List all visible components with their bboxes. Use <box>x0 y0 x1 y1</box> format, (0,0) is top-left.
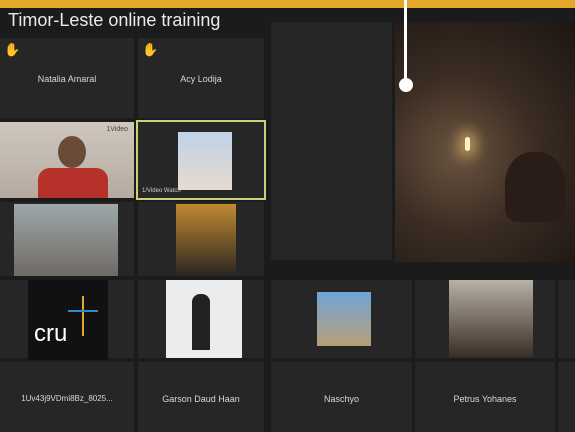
video-tile-outdoor[interactable] <box>271 280 412 358</box>
participant-name: Acy Lodija <box>180 74 222 84</box>
video-tile-cru[interactable]: cru <box>0 280 134 360</box>
pinned-video[interactable] <box>395 22 575 262</box>
cru-logo-text: cru <box>34 320 68 347</box>
participant-tile-acy[interactable]: ✋ Acy Lodija <box>138 38 264 118</box>
top-accent-bar <box>0 0 575 8</box>
participant-tile-garson[interactable]: Garson Daud Haan <box>138 362 264 432</box>
participant-tile-partial[interactable] <box>558 362 575 432</box>
participant-tile-unknown[interactable]: 1Uv43j9VDmi8Bz_8025... <box>0 362 134 432</box>
participant-name: Garson Daud Haan <box>162 394 240 404</box>
video-tile-man-smile[interactable] <box>415 280 555 358</box>
raised-hand-icon: ✋ <box>4 42 21 57</box>
pin-icon[interactable] <box>399 78 413 92</box>
video-badge: 1Video <box>106 126 128 133</box>
participant-tile-naschyo[interactable]: Naschyo <box>271 362 412 432</box>
raised-hand-icon: ✋ <box>142 42 159 57</box>
meeting-title: Timor-Leste online training <box>8 10 221 30</box>
video-tile-man-red-shirt[interactable]: 1Video <box>0 122 134 198</box>
participant-tile-petrus[interactable]: Petrus Yohanes <box>415 362 555 432</box>
video-tile-couple[interactable]: 1/Video Watch <box>136 120 266 200</box>
candle-light <box>465 137 470 151</box>
speaker-silhouette <box>505 152 565 222</box>
video-tile-woman-white[interactable] <box>138 280 264 358</box>
participant-name: Petrus Yohanes <box>453 394 517 404</box>
video-tile-partial[interactable] <box>558 280 575 358</box>
video-tile-woman-dark[interactable] <box>138 202 264 276</box>
video-badge: 1/Video Watch <box>142 188 181 194</box>
participant-name: Naschyo <box>323 394 359 404</box>
participant-name: Natalia Amaral <box>37 74 97 84</box>
participant-tile-empty[interactable] <box>271 22 392 260</box>
video-tile-group-kids[interactable] <box>0 202 134 276</box>
pin-line <box>404 0 407 80</box>
cru-logo: cru <box>28 280 108 360</box>
participant-tile-natalia[interactable]: ✋ Natalia Amaral <box>0 38 134 118</box>
participant-name: 1Uv43j9VDmi8Bz_8025... <box>21 394 113 403</box>
